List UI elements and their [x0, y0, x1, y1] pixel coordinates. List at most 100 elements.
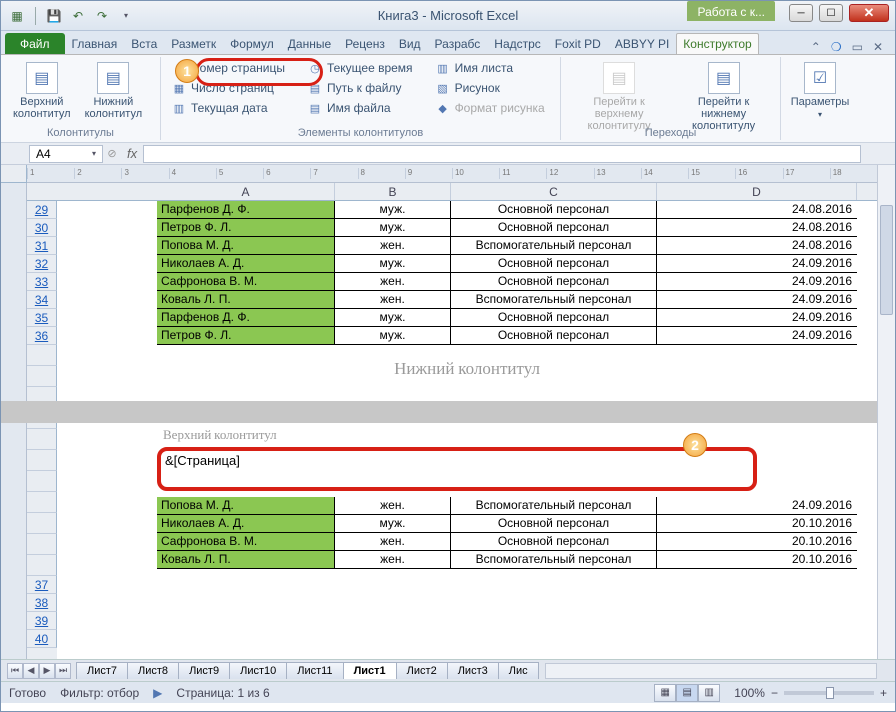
sheet-tab[interactable]: Лист2: [396, 662, 448, 679]
footer-placeholder[interactable]: Нижний колонтитул: [57, 345, 877, 401]
view-normal-button[interactable]: ▦: [654, 684, 676, 702]
file-path-button[interactable]: ▤Путь к файлу: [303, 79, 417, 97]
cell[interactable]: жен.: [335, 497, 451, 514]
zoom-in-button[interactable]: +: [880, 686, 887, 700]
cell[interactable]: 20.10.2016: [657, 515, 856, 532]
chevron-down-icon[interactable]: ▾: [92, 149, 96, 158]
cell[interactable]: Петров Ф. Л.: [157, 219, 335, 236]
col-header[interactable]: A: [157, 183, 335, 200]
tab-prev-icon[interactable]: ◀: [23, 663, 39, 679]
cell[interactable]: Парфенов Д. Ф.: [157, 201, 335, 218]
tab-formulas[interactable]: Формул: [223, 33, 281, 54]
cell[interactable]: 24.08.2016: [657, 237, 856, 254]
row-header[interactable]: 34: [27, 291, 57, 309]
footer-button[interactable]: ▤ Нижний колонтитул: [79, 59, 149, 123]
maximize-button[interactable]: ☐: [819, 4, 843, 22]
cell[interactable]: Вспомогательный персонал: [451, 551, 657, 568]
cell[interactable]: Николаев А. Д.: [157, 255, 335, 272]
minimize-ribbon-icon[interactable]: ⌃: [811, 40, 821, 54]
row-header[interactable]: 37: [27, 576, 57, 594]
scroll-thumb[interactable]: [880, 205, 893, 315]
cell[interactable]: 24.08.2016: [657, 201, 856, 218]
cell[interactable]: Основной персонал: [451, 515, 657, 532]
cell[interactable]: Вспомогательный персонал: [451, 291, 657, 308]
sheet-name-button[interactable]: ▥Имя листа: [431, 59, 549, 77]
cell[interactable]: муж.: [335, 201, 451, 218]
select-all-corner[interactable]: [1, 165, 27, 183]
cell[interactable]: жен.: [335, 291, 451, 308]
goto-footer-button[interactable]: ▤ Перейти к нижнему колонтитулу: [673, 59, 774, 135]
row-header[interactable]: 30: [27, 219, 57, 237]
cell[interactable]: 24.09.2016: [657, 497, 856, 514]
row-header[interactable]: [27, 534, 57, 555]
tab-last-icon[interactable]: ⏭: [55, 663, 71, 679]
cell[interactable]: муж.: [335, 515, 451, 532]
tab-abbyy[interactable]: ABBYY PI: [608, 33, 676, 54]
cell[interactable]: Попова М. Д.: [157, 237, 335, 254]
cell[interactable]: жен.: [335, 551, 451, 568]
row-header[interactable]: [27, 429, 57, 450]
header-input-box[interactable]: &[Страница] 2: [157, 447, 757, 491]
row-header[interactable]: 39: [27, 612, 57, 630]
cell[interactable]: Сафронова В. М.: [157, 273, 335, 290]
row-header[interactable]: [27, 450, 57, 471]
tab-addins[interactable]: Надстрс: [487, 33, 548, 54]
horizontal-scrollbar[interactable]: [545, 663, 877, 679]
redo-icon[interactable]: ↷: [92, 6, 112, 26]
cell[interactable]: 24.09.2016: [657, 309, 856, 326]
cell[interactable]: муж.: [335, 327, 451, 344]
row-header[interactable]: 31: [27, 237, 57, 255]
cell[interactable]: Основной персонал: [451, 201, 657, 218]
row-header[interactable]: 35: [27, 309, 57, 327]
cell[interactable]: Петров Ф. Л.: [157, 327, 335, 344]
cell[interactable]: жен.: [335, 273, 451, 290]
fx-icon[interactable]: fx: [121, 146, 143, 161]
cell[interactable]: Николаев А. Д.: [157, 515, 335, 532]
cell[interactable]: 24.09.2016: [657, 327, 856, 344]
zoom-level[interactable]: 100%: [734, 686, 765, 700]
cell[interactable]: Основной персонал: [451, 255, 657, 272]
formula-bar[interactable]: [143, 145, 861, 163]
undo-icon[interactable]: ↶: [68, 6, 88, 26]
minimize-button[interactable]: ─: [789, 4, 813, 22]
row-header[interactable]: 36: [27, 327, 57, 345]
row-header[interactable]: 29: [27, 201, 57, 219]
vertical-scrollbar[interactable]: [877, 165, 895, 659]
cell[interactable]: Основной персонал: [451, 533, 657, 550]
cell[interactable]: Попова М. Д.: [157, 497, 335, 514]
cell[interactable]: муж.: [335, 255, 451, 272]
zoom-slider[interactable]: [784, 691, 874, 695]
cell[interactable]: 20.10.2016: [657, 533, 856, 550]
sheet-tab[interactable]: Лист8: [127, 662, 179, 679]
cell[interactable]: Основной персонал: [451, 327, 657, 344]
tab-file[interactable]: Файл: [5, 33, 65, 54]
cell[interactable]: Парфенов Д. Ф.: [157, 309, 335, 326]
sheet-tab[interactable]: Лис: [498, 662, 539, 679]
doc-minimize-icon[interactable]: ▭: [852, 40, 863, 54]
row-header[interactable]: 32: [27, 255, 57, 273]
cell[interactable]: жен.: [335, 533, 451, 550]
tab-data[interactable]: Данные: [281, 33, 338, 54]
current-date-button[interactable]: ▥Текущая дата: [167, 99, 289, 117]
sheet-tab[interactable]: Лист7: [76, 662, 128, 679]
picture-button[interactable]: ▧Рисунок: [431, 79, 549, 97]
cell[interactable]: Основной персонал: [451, 273, 657, 290]
tab-layout[interactable]: Разметк: [164, 33, 223, 54]
sheet-tab[interactable]: Лист9: [178, 662, 230, 679]
cell[interactable]: 24.09.2016: [657, 291, 856, 308]
zoom-thumb[interactable]: [826, 687, 834, 699]
row-header[interactable]: 40: [27, 630, 57, 648]
macro-icon[interactable]: ▶: [153, 686, 162, 700]
row-header[interactable]: [27, 555, 57, 576]
file-name-button[interactable]: ▤Имя файла: [303, 99, 417, 117]
row-header[interactable]: [27, 471, 57, 492]
row-header[interactable]: [27, 492, 57, 513]
close-button[interactable]: ✕: [849, 4, 889, 22]
tab-first-icon[interactable]: ⏮: [7, 663, 23, 679]
cell[interactable]: 24.09.2016: [657, 273, 856, 290]
cell[interactable]: 24.09.2016: [657, 255, 856, 272]
cell[interactable]: муж.: [335, 219, 451, 236]
help-icon[interactable]: ❍: [831, 40, 842, 54]
row-header[interactable]: 38: [27, 594, 57, 612]
row-header[interactable]: [27, 513, 57, 534]
